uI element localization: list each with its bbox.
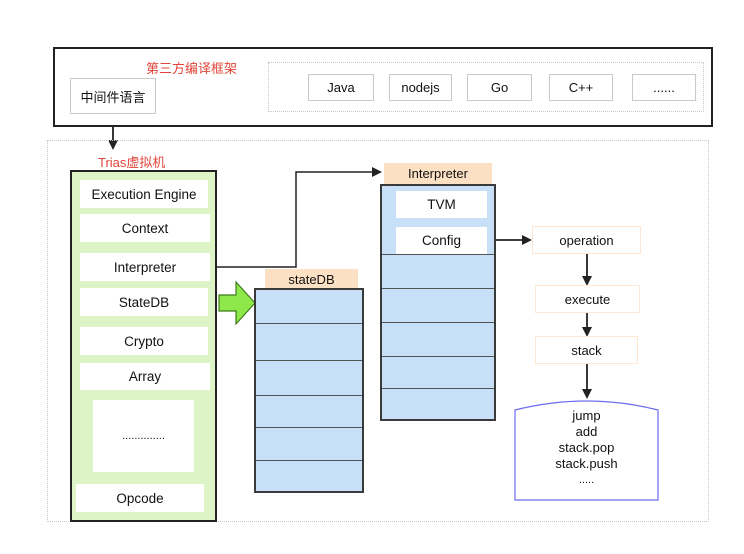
op-stack-pop: stack.pop: [558, 440, 615, 455]
interpreter-row-divider: [382, 388, 494, 389]
module-crypto: Crypto: [80, 327, 208, 355]
interpreter-row-divider: [382, 356, 494, 357]
op-more: .....: [578, 474, 595, 486]
statedb-row-divider: [256, 395, 362, 396]
vm-title: Trias虚拟机: [98, 155, 166, 170]
interpreter-row-divider: [382, 322, 494, 323]
language-java: Java: [308, 74, 374, 101]
language-go: Go: [467, 74, 532, 101]
ops-list: jump add stack.pop stack.push .....: [515, 408, 658, 488]
module-execution-engine: Execution Engine: [80, 180, 208, 208]
statedb-row-divider: [256, 460, 362, 461]
statedb-row-divider: [256, 323, 362, 324]
language-nodejs: nodejs: [389, 74, 452, 101]
flow-operation: operation: [532, 226, 641, 254]
interpreter-label: Interpreter: [384, 163, 492, 184]
interpreter-table: [380, 184, 496, 421]
interpreter-item-config: Config: [396, 227, 487, 254]
language-cpp: C++: [549, 74, 613, 101]
op-add: add: [575, 424, 598, 439]
statedb-row-divider: [256, 360, 362, 361]
interpreter-row-divider: [382, 288, 494, 289]
statedb-label: stateDB: [265, 269, 358, 289]
language-more: ......: [632, 74, 696, 101]
op-stack-push: stack.push: [555, 456, 618, 471]
interpreter-item-tvm: TVM: [396, 191, 487, 218]
module-array: Array: [80, 363, 210, 390]
op-jump: jump: [572, 408, 601, 423]
interpreter-row-divider: [382, 254, 494, 255]
framework-title: 第三方编译框架: [146, 61, 238, 76]
flow-execute: execute: [535, 285, 640, 313]
module-opcode: Opcode: [76, 484, 204, 512]
module-statedb: StateDB: [80, 288, 208, 316]
module-context: Context: [80, 214, 210, 242]
middleware-language-box: 中间件语言: [70, 78, 156, 114]
module-interpreter: Interpreter: [80, 253, 210, 281]
statedb-row-divider: [256, 427, 362, 428]
module-more: ..............: [93, 400, 194, 472]
flow-stack: stack: [535, 336, 638, 364]
statedb-table: [254, 288, 364, 493]
